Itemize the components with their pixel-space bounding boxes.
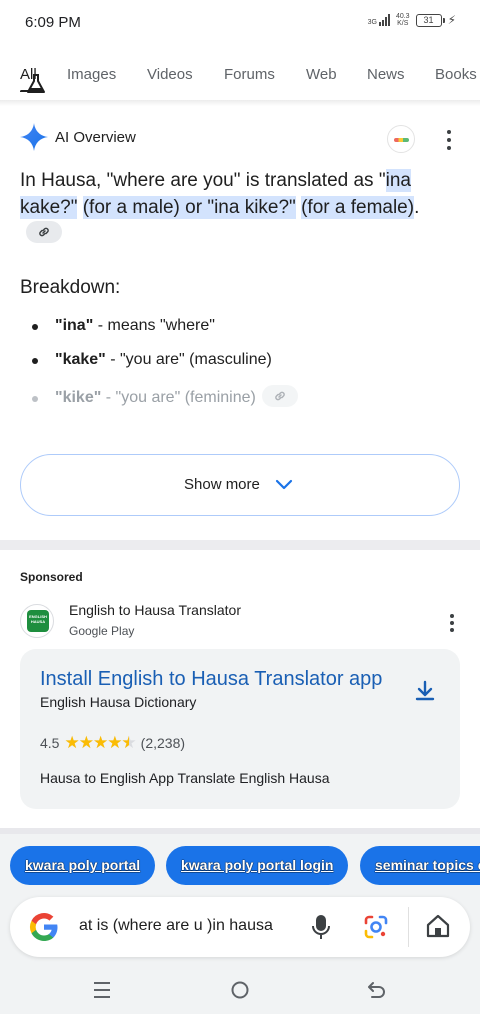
google-g-icon (30, 912, 58, 941)
tab-forums[interactable]: Forums (224, 66, 275, 83)
source-favicon-icon (394, 138, 409, 142)
signal-icon (378, 14, 390, 26)
tab-images[interactable]: Images (67, 66, 116, 83)
speed-indicator: 40.3 K/S (396, 13, 410, 27)
citation-link-chip[interactable] (26, 220, 62, 243)
ad-description: Hausa to English App Translate English H… (40, 770, 330, 786)
ai-overview-title: AI Overview (55, 129, 136, 146)
advertiser-store: Google Play (69, 624, 135, 638)
status-icons: 3G 40.3 K/S 31 ⚡ (368, 13, 456, 27)
recent-apps-icon[interactable] (92, 980, 112, 1000)
related-search-chip[interactable]: kwara poly portal login (166, 846, 349, 885)
breakdown-list: "ina" - means "where" "kake" - "you are"… (20, 314, 460, 416)
show-more-button[interactable]: Show more (20, 454, 460, 516)
list-item: "kake" - "you are" (masculine) (20, 348, 460, 382)
labs-beaker-icon[interactable] (24, 72, 48, 96)
advertiser-logo[interactable]: ENGLISH HAUSA (20, 604, 54, 638)
ad-more-icon[interactable] (442, 612, 462, 636)
ad-card[interactable]: Install English to Hausa Translator app … (20, 649, 460, 809)
gemini-sparkle-icon (20, 123, 48, 151)
search-bar[interactable]: at is (where are u )in hausa (10, 897, 470, 957)
ai-overview-header: AI Overview (20, 122, 460, 154)
link-icon (39, 227, 49, 237)
nav-home-icon[interactable] (230, 980, 250, 1000)
answer-period: . (414, 196, 420, 218)
sources-chip[interactable] (387, 125, 415, 153)
breakdown-heading: Breakdown: (20, 277, 121, 298)
bottom-panel-edge (0, 828, 480, 834)
status-bar: 6:09 PM 3G 40.3 K/S 31 ⚡ (0, 0, 480, 44)
star-rating-icon: ★★★★★★★★★★ (64, 733, 136, 752)
search-tabs: All Images Videos Forums Web News Books (0, 58, 480, 92)
system-nav-bar (0, 966, 480, 1014)
tab-books[interactable]: Books (435, 66, 477, 83)
ad-title-link[interactable]: Install English to Hausa Translator app (40, 668, 382, 691)
battery-icon: 31 (415, 13, 445, 27)
highlight-female[interactable]: (for a female) (301, 195, 415, 219)
ad-subtitle: English Hausa Dictionary (40, 694, 197, 710)
highlight-female-phrase[interactable]: (for a male) or "ina kike?" (82, 195, 296, 219)
status-time: 6:09 PM (25, 14, 81, 31)
network-indicator: 3G (368, 14, 390, 26)
related-search-chip[interactable]: seminar topics c (360, 846, 480, 885)
charging-icon: ⚡ (447, 13, 456, 27)
rating-count: (2,238) (140, 735, 186, 751)
search-input[interactable]: at is (where are u )in hausa (79, 917, 273, 935)
speed-unit: K/S (397, 20, 409, 27)
ad-rating: 4.5 ★★★★★★★★★★ (2,238) (40, 733, 185, 753)
app-logo-text: ENGLISH HAUSA (27, 610, 49, 632)
list-item: "kike" - "you are" (feminine) (20, 384, 460, 420)
microphone-icon[interactable] (310, 913, 332, 941)
ai-overview-answer: In Hausa, "where are you" is translated … (20, 168, 460, 248)
home-icon[interactable] (424, 912, 452, 940)
show-more-label: Show more (184, 476, 260, 493)
tab-web[interactable]: Web (306, 66, 337, 83)
network-type: 3G (367, 19, 377, 26)
back-icon[interactable] (366, 979, 388, 1001)
chevron-down-icon (275, 479, 293, 490)
answer-intro: In Hausa, "where are you" is translated … (20, 170, 386, 191)
related-search-chip[interactable]: kwara poly portal (10, 846, 156, 885)
star-rating-fill: ★★★★★ (64, 733, 128, 752)
sponsored-label: Sponsored (20, 570, 83, 584)
citation-link-chip[interactable] (261, 384, 298, 407)
search-bar-divider (408, 907, 409, 947)
tab-videos[interactable]: Videos (147, 66, 193, 83)
link-icon (275, 391, 285, 401)
advertiser-name[interactable]: English to Hausa Translator (69, 602, 241, 618)
google-lens-icon[interactable] (362, 913, 390, 941)
download-icon[interactable] (413, 679, 437, 703)
list-item: "ina" - means "where" (20, 314, 460, 348)
section-divider (0, 540, 480, 550)
ai-overview-more-icon[interactable] (439, 128, 459, 152)
tabs-divider (0, 100, 480, 106)
tab-news[interactable]: News (367, 66, 405, 83)
speed-value: 40.3 (395, 13, 410, 20)
rating-value: 4.5 (40, 735, 60, 751)
battery-level: 31 (423, 14, 434, 25)
